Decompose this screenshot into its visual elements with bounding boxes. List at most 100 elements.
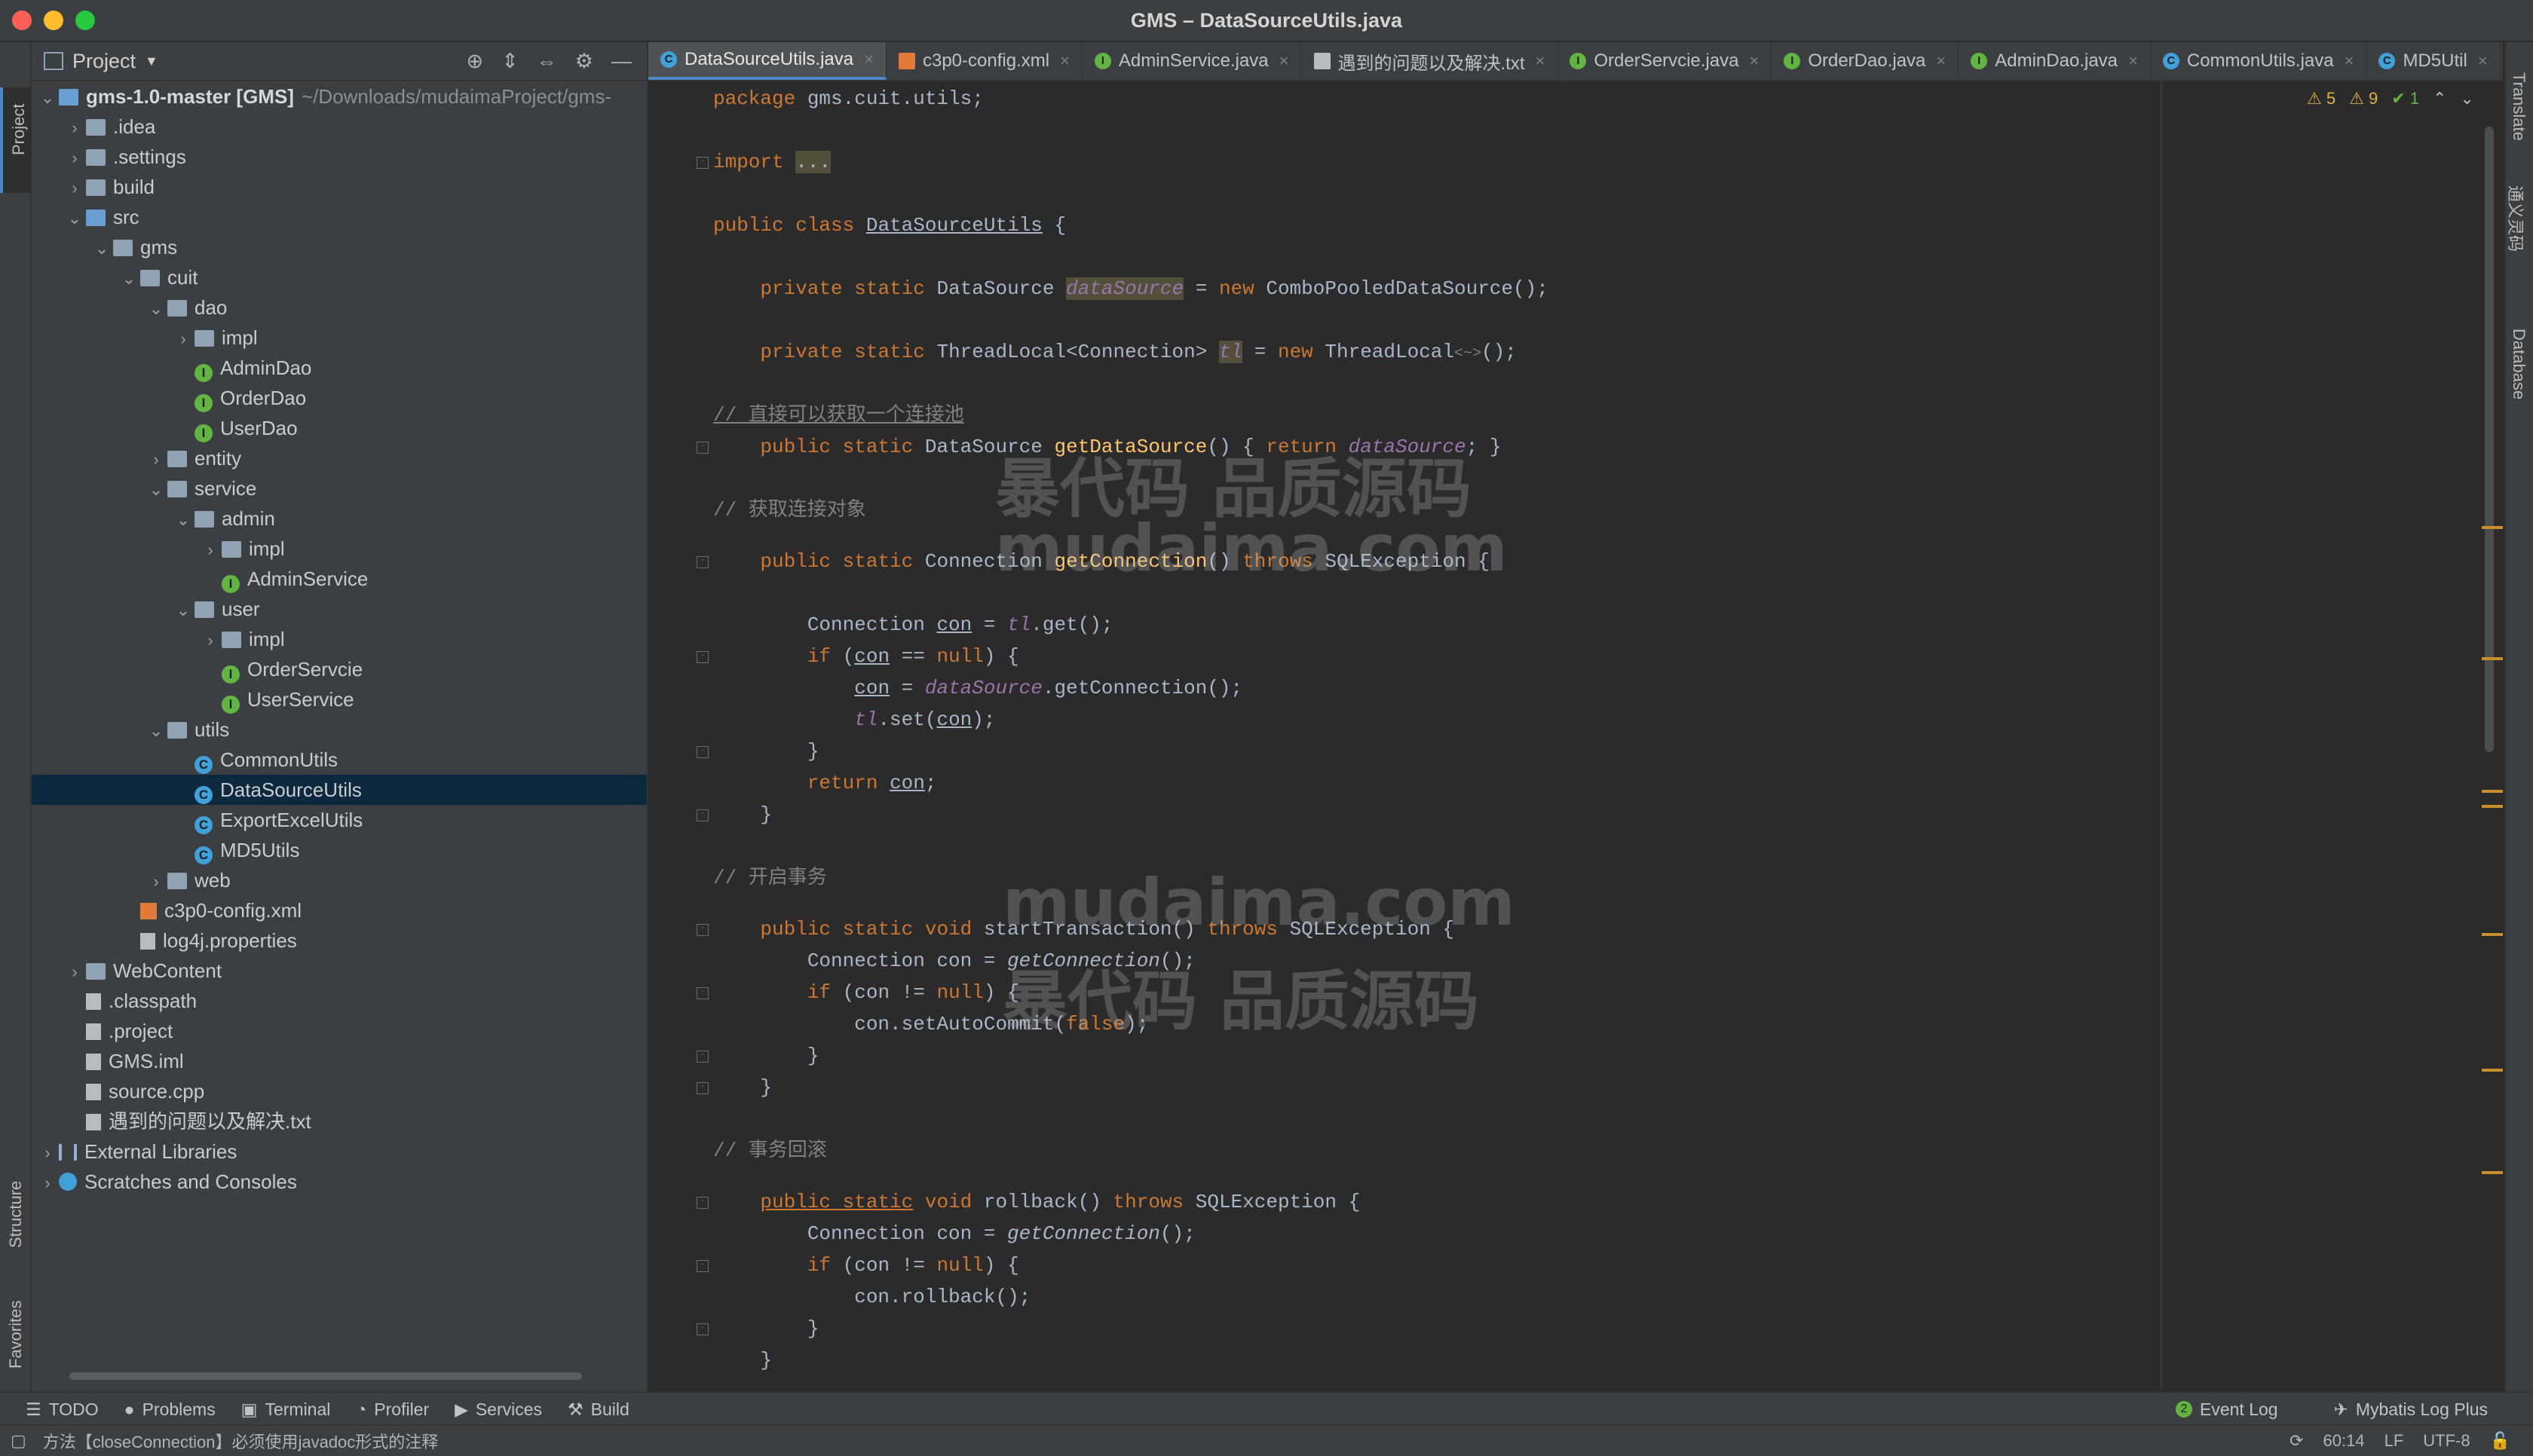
tree-item[interactable]: › .settings (32, 142, 647, 172)
project-tool-tab[interactable]: Project (0, 87, 33, 193)
warning-stripe-mark[interactable] (2482, 657, 2503, 660)
tree-item[interactable]: ⌄ dao (32, 292, 647, 323)
collapse-all-icon[interactable]: ⇔ (537, 50, 557, 73)
tree-item[interactable]: ⌄ src (32, 202, 647, 232)
tree-item[interactable]: C DataSourceUtils (32, 775, 647, 805)
tree-item[interactable]: ⌄ admin (32, 503, 647, 534)
chevron-right-icon[interactable]: › (63, 173, 86, 202)
tree-item[interactable]: I OrderServcie (32, 654, 647, 684)
file-encoding[interactable]: UTF-8 (2423, 1431, 2470, 1451)
fold-toggle[interactable]: - (697, 809, 709, 821)
chevron-right-icon[interactable]: › (63, 113, 86, 142)
chevron-down-icon[interactable]: ⌄ (90, 234, 113, 262)
chevron-right-icon[interactable]: › (199, 626, 222, 654)
tree-item[interactable]: › impl (32, 534, 647, 564)
ok-indicator[interactable]: ✔ 1 (2391, 89, 2419, 109)
folded-imports[interactable]: ... (795, 151, 832, 173)
fold-toggle[interactable]: - (697, 1323, 709, 1335)
tree-item[interactable]: I UserDao (32, 413, 647, 443)
chevron-down-icon[interactable]: ⌄ (145, 716, 167, 745)
fold-toggle[interactable]: - (697, 987, 709, 999)
close-icon[interactable]: × (2345, 51, 2354, 71)
tree-item[interactable]: I AdminDao (32, 353, 647, 383)
chevron-right-icon[interactable]: › (145, 867, 167, 895)
chevron-down-icon[interactable]: ▼ (145, 54, 158, 69)
tree-item[interactable]: › External Libraries (32, 1136, 647, 1167)
editor-tab[interactable]: I AdminService.java × (1083, 42, 1302, 80)
chevron-right-icon[interactable]: › (36, 1168, 59, 1197)
lock-icon[interactable]: 🔓 (2490, 1431, 2510, 1451)
close-icon[interactable]: × (2128, 51, 2138, 71)
tree-item[interactable]: › web (32, 865, 647, 895)
warning-stripe-mark[interactable] (2482, 790, 2503, 793)
tree-item[interactable]: C ExportExcelUtils (32, 805, 647, 835)
editor-tab[interactable]: 遇到的问题以及解决.txt × (1302, 42, 1558, 80)
tree-item[interactable]: › build (32, 172, 647, 202)
close-icon[interactable]: × (1060, 51, 1070, 71)
fold-toggle[interactable]: - (697, 1051, 709, 1063)
close-icon[interactable]: × (864, 50, 874, 69)
editor-tab[interactable]: C MD5Util × (2366, 42, 2501, 80)
editor-tab[interactable]: C CommonUtils.java × (2151, 42, 2367, 80)
previous-highlight-icon[interactable]: ⌃ (2433, 89, 2446, 109)
tree-item[interactable]: › impl (32, 624, 647, 654)
chevron-right-icon[interactable]: › (199, 535, 222, 564)
line-separator[interactable]: LF (2384, 1431, 2404, 1451)
tongyi-tool-tab[interactable]: 通义灵码 (2504, 185, 2528, 252)
chevron-right-icon[interactable]: › (63, 143, 86, 172)
close-icon[interactable]: × (2478, 51, 2488, 71)
tool-windows-icon[interactable]: ▢ (11, 1431, 26, 1451)
minimize-window-button[interactable] (44, 11, 63, 30)
tree-item[interactable]: ⌄ cuit (32, 262, 647, 292)
chevron-right-icon[interactable]: › (36, 1138, 59, 1167)
chevron-down-icon[interactable]: ⌄ (145, 294, 167, 323)
chevron-right-icon[interactable]: › (63, 957, 86, 986)
chevron-right-icon[interactable]: › (145, 445, 167, 473)
fold-toggle[interactable]: - (697, 1197, 709, 1209)
expand-all-icon[interactable]: ⇕ (501, 50, 519, 73)
chevron-down-icon[interactable]: ⌄ (172, 505, 194, 534)
close-window-button[interactable] (12, 11, 32, 30)
tree-item[interactable]: › Scratches and Consoles (32, 1167, 647, 1197)
chevron-down-icon[interactable]: ⌄ (172, 595, 194, 624)
tree-item[interactable]: 遇到的问题以及解决.txt (32, 1106, 647, 1136)
chevron-down-icon[interactable]: ⌄ (145, 475, 167, 503)
tree-item[interactable]: .classpath (32, 986, 647, 1016)
tree-item[interactable]: C CommonUtils (32, 745, 647, 775)
services-tool-button[interactable]: ▶ Services (455, 1399, 542, 1420)
translate-tool-tab[interactable]: Translate (2509, 72, 2528, 141)
fold-toggle[interactable]: - (697, 442, 709, 454)
editor-tab[interactable]: I OrderDao.java × (1772, 42, 1959, 80)
tree-item[interactable]: I UserService (32, 684, 647, 714)
tree-item[interactable]: ⌄ utils (32, 714, 647, 745)
locate-file-icon[interactable]: ⊕ (467, 50, 484, 73)
close-icon[interactable]: × (1279, 51, 1289, 71)
profiler-tool-button[interactable]: ◔ Profiler (356, 1399, 429, 1420)
hide-panel-icon[interactable]: — (611, 50, 632, 73)
tree-item[interactable]: ⌄ gms (32, 232, 647, 262)
fold-toggle[interactable]: - (697, 651, 709, 663)
fold-toggle[interactable]: - (697, 1260, 709, 1272)
tree-item[interactable]: log4j.properties (32, 925, 647, 956)
event-log-button[interactable]: 2 Event Log (2175, 1399, 2278, 1420)
code-editor[interactable]: ⚠ 5 ⚠ 9 ✔ 1 ⌃ ⌄ package gms.cuit.utils; … (648, 81, 2503, 1390)
build-tool-button[interactable]: ⚒ Build (568, 1399, 629, 1420)
tree-item[interactable]: C MD5Utils (32, 835, 647, 865)
project-view-selector[interactable]: Project (72, 50, 136, 73)
editor-tab[interactable]: I OrderServcie.java × (1557, 42, 1772, 80)
tree-item[interactable]: I AdminService (32, 564, 647, 594)
tree-item[interactable]: GMS.iml (32, 1046, 647, 1076)
tree-item[interactable]: .project (32, 1016, 647, 1046)
next-highlight-icon[interactable]: ⌄ (2460, 89, 2473, 109)
chevron-right-icon[interactable]: › (172, 324, 194, 353)
mybatis-log-button[interactable]: ✈ Mybatis Log Plus (2334, 1399, 2488, 1420)
tree-item[interactable]: ⌄ user (32, 594, 647, 624)
caret-position[interactable]: 60:14 (2323, 1431, 2365, 1451)
fold-toggle[interactable]: - (697, 1082, 709, 1094)
warning-stripe-mark[interactable] (2482, 933, 2503, 936)
tree-item[interactable]: › .idea (32, 112, 647, 142)
terminal-tool-button[interactable]: ▣ Terminal (241, 1399, 331, 1420)
warning-stripe-mark[interactable] (2482, 1171, 2503, 1174)
tree-item[interactable]: I OrderDao (32, 383, 647, 413)
inspection-indicators[interactable]: ⚠ 5 ⚠ 9 ✔ 1 ⌃ ⌄ (2307, 89, 2474, 109)
